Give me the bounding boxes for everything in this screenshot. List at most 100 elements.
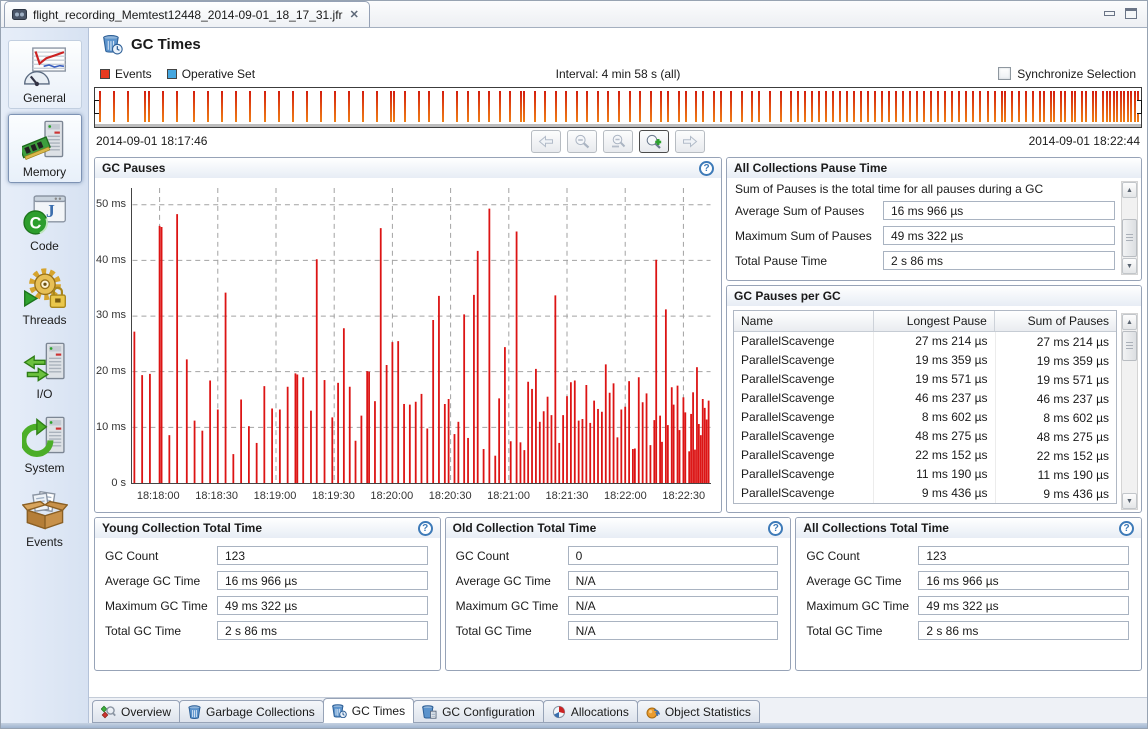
legend-operative-set: Operative Set	[167, 67, 255, 81]
field-label: Average GC Time	[105, 574, 217, 588]
synchronize-selection[interactable]: Synchronize Selection	[998, 67, 1136, 81]
tab-close-icon[interactable]: ✕	[349, 8, 360, 21]
field-value[interactable]: 2 s 86 ms	[918, 621, 1129, 640]
scroll-up-icon[interactable]: ▲	[1122, 314, 1137, 330]
zoom-in-button[interactable]	[639, 130, 669, 153]
field-maximum-sum-of-pauses: Maximum Sum of Pauses 49 ms 322 µs	[735, 226, 1115, 245]
zoom-out-button[interactable]	[567, 130, 597, 153]
table-header-row: Name Longest Pause Sum of Pauses	[734, 311, 1116, 332]
young-collection-header: Young Collection Total Time ?	[95, 518, 440, 538]
page-title: GC Times	[131, 36, 201, 53]
table-cell: 46 ms 237 µs	[996, 392, 1117, 406]
editor-tab-flight-recording[interactable]: flight_recording_Memtest12448_2014-09-01…	[4, 1, 370, 27]
scroll-down-icon[interactable]: ▼	[1122, 258, 1137, 274]
scrollbar[interactable]: ▲ ▼	[1121, 181, 1138, 275]
scroll-thumb[interactable]	[1122, 219, 1137, 257]
upper-panels: GC Pauses ? 50 ms40 ms30 ms20 ms10 ms0 s…	[89, 154, 1147, 513]
back-icon	[538, 135, 554, 148]
timeline-footer: 2014-09-01 18:17:46	[89, 128, 1147, 154]
field-label: Average Sum of Pauses	[735, 204, 883, 218]
sidebar-item-general[interactable]: General	[8, 40, 82, 109]
selection-handle-right[interactable]	[1137, 100, 1142, 114]
field-value[interactable]: 123	[217, 546, 428, 565]
bottom-tabbar: Overview Garbage Collections GC Times GC…	[89, 697, 1147, 723]
tab-object-statistics[interactable]: Object Statistics	[637, 700, 760, 723]
sidebar-item-label: Memory	[23, 165, 66, 179]
sidebar-item-threads[interactable]: Threads	[8, 262, 82, 331]
gc-pauses-chart[interactable]: 50 ms40 ms30 ms20 ms10 ms0 s 18:18:0018:…	[95, 178, 721, 512]
timeline-end-time: 2014-09-01 18:22:44	[1029, 134, 1140, 148]
table-row[interactable]: ParallelScavenge11 ms 190 µs11 ms 190 µs	[734, 465, 1116, 484]
table-row[interactable]: ParallelScavenge48 ms 275 µs48 ms 275 µs	[734, 427, 1116, 446]
tab-allocations[interactable]: Allocations	[543, 700, 638, 723]
tab-label: Allocations	[571, 705, 629, 719]
field-value[interactable]: 49 ms 322 µs	[217, 596, 428, 615]
sidebar-item-events[interactable]: Events	[8, 484, 82, 553]
general-icon	[22, 46, 68, 88]
scroll-up-icon[interactable]: ▲	[1122, 182, 1137, 198]
table-row[interactable]: ParallelScavenge8 ms 602 µs8 ms 602 µs	[734, 408, 1116, 427]
field-value[interactable]: N/A	[568, 571, 779, 590]
sidebar-item-memory[interactable]: Memory	[8, 114, 82, 183]
table-row[interactable]: ParallelScavenge27 ms 214 µs27 ms 214 µs	[734, 332, 1116, 351]
field-value[interactable]: 2 s 86 ms	[883, 251, 1115, 270]
column-header-sum-of-pauses[interactable]: Sum of Pauses	[995, 311, 1116, 331]
zoom-toolbar	[531, 130, 705, 153]
field-value[interactable]: 16 ms 966 µs	[883, 201, 1115, 220]
table-cell: ParallelScavenge	[734, 351, 874, 370]
table-row[interactable]: ParallelScavenge19 ms 571 µs19 ms 571 µs	[734, 370, 1116, 389]
selection-handle-left[interactable]	[94, 100, 99, 114]
column-header-name[interactable]: Name	[734, 311, 874, 331]
maximize-view-icon[interactable]	[1125, 8, 1137, 19]
field-value[interactable]: 2 s 86 ms	[217, 621, 428, 640]
tab-gc-times[interactable]: GC Times	[323, 698, 414, 723]
field-label: GC Count	[806, 549, 918, 563]
field-value[interactable]: N/A	[568, 621, 779, 640]
tab-gc-configuration[interactable]: GC Configuration	[413, 700, 544, 723]
zoom-in-icon	[645, 134, 663, 150]
field-value[interactable]: N/A	[568, 596, 779, 615]
panel-all-collections-pause-time: All Collections Pause Time Sum of Pauses…	[726, 157, 1142, 281]
help-icon[interactable]: ?	[418, 521, 433, 536]
sidebar-item-io[interactable]: I/O	[8, 336, 82, 405]
forward-button[interactable]	[675, 130, 705, 153]
help-icon[interactable]: ?	[699, 161, 714, 176]
tab-overview[interactable]: Overview	[92, 700, 180, 723]
sidebar-item-code[interactable]: J C Code	[8, 188, 82, 257]
code-icon: J C	[22, 194, 68, 236]
scroll-thumb[interactable]	[1122, 331, 1137, 361]
field-value[interactable]: 16 ms 966 µs	[217, 571, 428, 590]
field-value[interactable]: 123	[918, 546, 1129, 565]
scrollbar[interactable]: ▲ ▼	[1121, 313, 1138, 510]
table-cell: ParallelScavenge	[734, 446, 874, 465]
help-icon[interactable]: ?	[768, 521, 783, 536]
event-timeline[interactable]	[94, 87, 1142, 128]
help-icon[interactable]: ?	[1119, 521, 1134, 536]
table-row[interactable]: ParallelScavenge19 ms 359 µs19 ms 359 µs	[734, 351, 1116, 370]
field-value[interactable]: 16 ms 966 µs	[918, 571, 1129, 590]
tab-garbage-collections[interactable]: Garbage Collections	[179, 700, 324, 723]
table-cell: 22 ms 152 µs	[874, 446, 996, 465]
old-collection-header: Old Collection Total Time ?	[446, 518, 791, 538]
field-value[interactable]: 49 ms 322 µs	[883, 226, 1115, 245]
field-value[interactable]: 49 ms 322 µs	[918, 596, 1129, 615]
zoom-selection-button[interactable]	[603, 130, 633, 153]
pauses-per-gc-header: GC Pauses per GC	[727, 286, 1141, 306]
table-row[interactable]: ParallelScavenge46 ms 237 µs46 ms 237 µs	[734, 389, 1116, 408]
range-selector-header: Interval: 4 min 58 s (all) Events Operat…	[89, 61, 1147, 86]
table-row[interactable]: ParallelScavenge22 ms 152 µs22 ms 152 µs	[734, 446, 1116, 465]
field-label: Total GC Time	[105, 624, 217, 638]
sidebar-item-system[interactable]: System	[8, 410, 82, 479]
column-header-longest-pause[interactable]: Longest Pause	[874, 311, 995, 331]
system-icon	[22, 416, 68, 458]
synchronize-checkbox[interactable]	[998, 67, 1011, 80]
table-cell: 48 ms 275 µs	[874, 427, 996, 446]
timeline-baseline	[95, 124, 1141, 127]
scroll-down-icon[interactable]: ▼	[1122, 493, 1137, 509]
forward-icon	[682, 135, 698, 148]
minimize-view-icon[interactable]	[1104, 11, 1115, 16]
table-row[interactable]: ParallelScavenge9 ms 436 µs9 ms 436 µs	[734, 484, 1116, 503]
back-button[interactable]	[531, 130, 561, 153]
field-value[interactable]: 0	[568, 546, 779, 565]
timeline-start-time: 2014-09-01 18:17:46	[96, 134, 207, 148]
